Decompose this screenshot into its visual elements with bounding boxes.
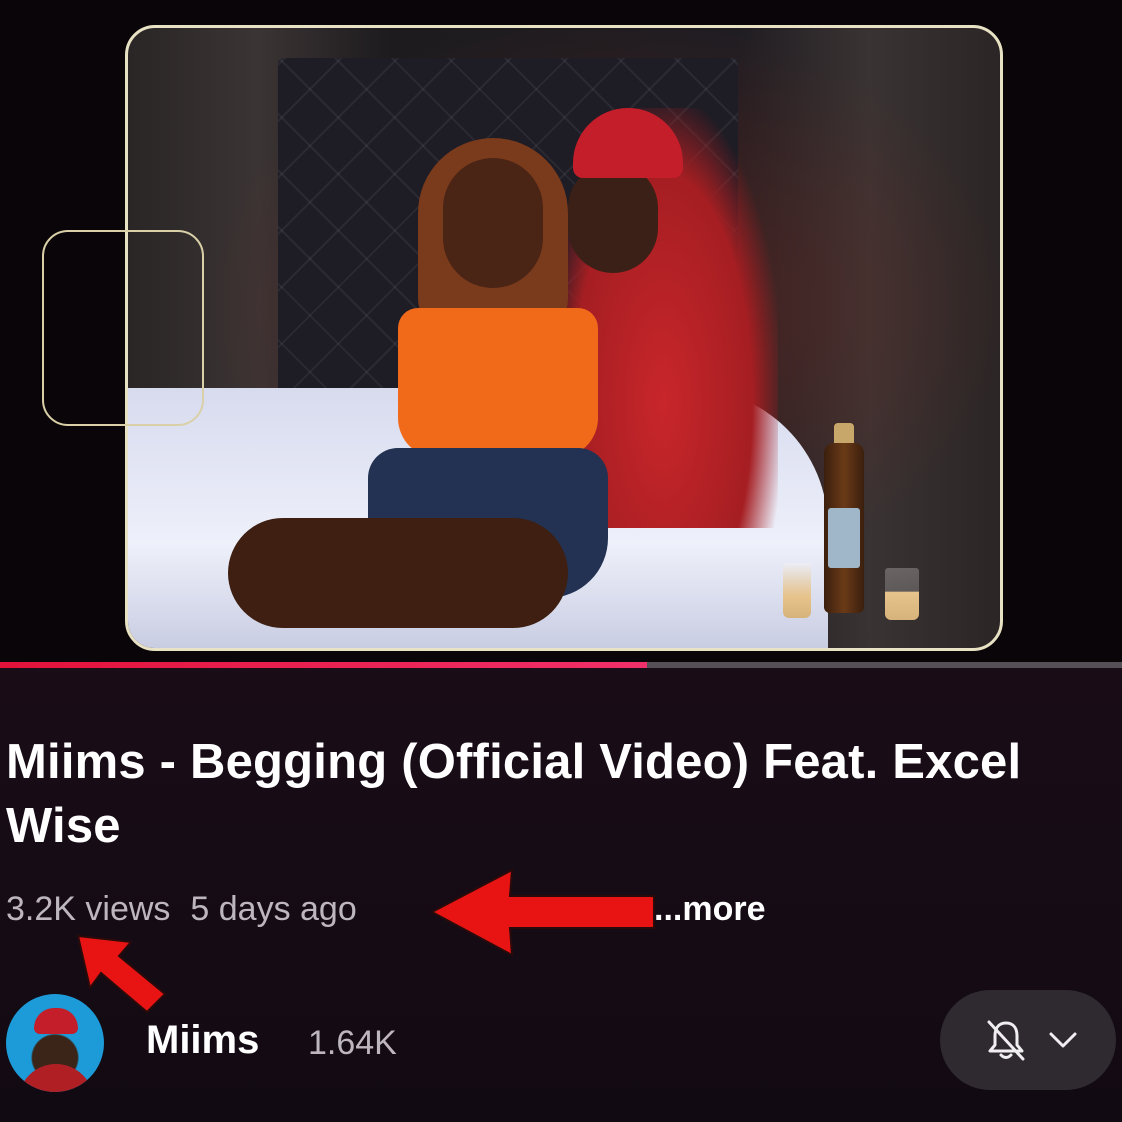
- woman-face: [443, 158, 543, 288]
- chevron-down-icon: [1049, 1032, 1077, 1048]
- frame-bracket: [42, 230, 204, 426]
- bell-off-icon: [987, 1020, 1025, 1061]
- channel-name[interactable]: Miims: [146, 1018, 259, 1063]
- woman-legs: [228, 518, 568, 628]
- woman-top: [398, 308, 598, 458]
- video-title[interactable]: Miims - Begging (Official Video) Feat. E…: [6, 730, 1106, 858]
- avatar-body: [18, 1064, 94, 1092]
- more-link[interactable]: ...more: [654, 890, 765, 929]
- notification-button[interactable]: [940, 990, 1116, 1090]
- subscriber-count: 1.64K: [308, 1024, 397, 1062]
- video-thumbnail[interactable]: [125, 25, 1003, 651]
- video-info: Miims - Begging (Official Video) Feat. E…: [0, 668, 1122, 1122]
- woman-figure: [228, 138, 628, 638]
- channel-row: Miims 1.64K: [0, 988, 1122, 1098]
- upload-age: 5 days ago: [190, 890, 357, 928]
- avatar[interactable]: [6, 994, 104, 1092]
- video-player[interactable]: [0, 0, 1122, 662]
- video-meta[interactable]: 3.2K views 5 days ago ...more: [6, 890, 765, 929]
- glass: [783, 563, 811, 618]
- avatar-cap: [34, 1008, 78, 1034]
- glass: [885, 568, 919, 620]
- view-count: 3.2K views: [6, 890, 171, 928]
- bottle-label: [828, 508, 860, 568]
